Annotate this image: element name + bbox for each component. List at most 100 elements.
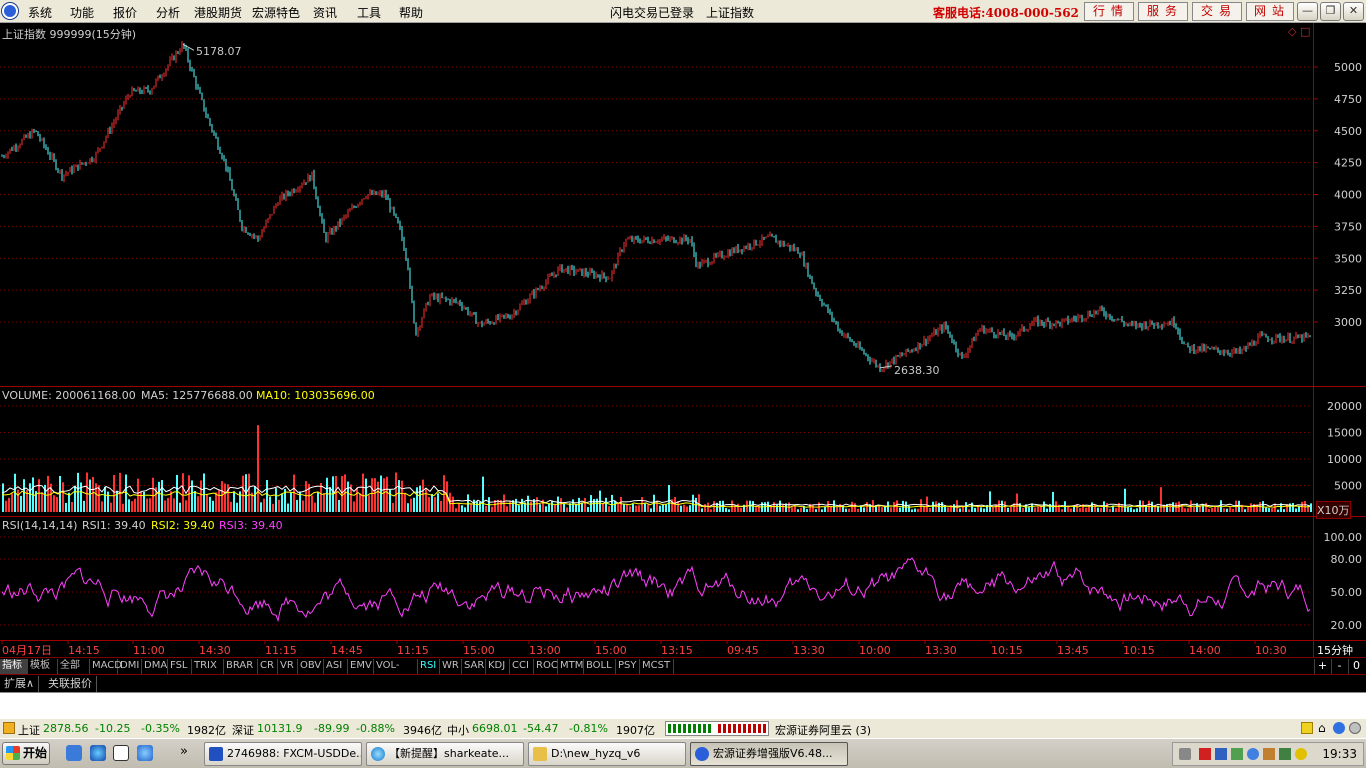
chart-options-icon[interactable]: ◇ □	[1288, 25, 1310, 38]
chart-area[interactable]: 5000 4750 4500 4250 4000 3750 3500 3250 3000 2000…	[0, 23, 1366, 658]
tab-related-quotes[interactable]: 关联报价	[44, 676, 97, 692]
button-trade[interactable]: 交易	[1192, 2, 1242, 21]
indicator-tab-fsl[interactable]: FSL	[168, 659, 192, 674]
shield-icon[interactable]	[1247, 748, 1259, 760]
indicator-tab-mcst[interactable]: MCST	[640, 659, 674, 674]
volume-bar	[428, 497, 430, 512]
volume-bar	[515, 498, 517, 512]
task-hongyuan[interactable]: 宏源证券增强版V6.48...	[690, 742, 848, 766]
browser-icon[interactable]	[137, 745, 153, 761]
indicator-tab-brar[interactable]: BRAR	[224, 659, 258, 674]
info-icon[interactable]	[1333, 722, 1345, 734]
volume-bar	[563, 503, 565, 512]
volume-bar	[932, 501, 934, 512]
task-folder[interactable]: D:\new_hyzq_v6	[528, 742, 686, 766]
desktop-icon[interactable]	[66, 745, 82, 761]
tray-app-icon[interactable]	[1263, 748, 1275, 760]
button-service[interactable]: 服务	[1138, 2, 1188, 21]
button-website[interactable]: 网站	[1246, 2, 1294, 21]
show-window-icon[interactable]	[113, 745, 129, 761]
menu-news[interactable]: 资讯	[313, 4, 337, 21]
menu-system[interactable]: 系统	[28, 4, 52, 21]
close-icon[interactable]: ✕	[1343, 2, 1364, 21]
settings-icon[interactable]	[1349, 722, 1361, 734]
reset-button[interactable]: 0	[1348, 659, 1364, 674]
indicator-tab-dmi[interactable]: DMI	[118, 659, 142, 674]
indicator-tab-dma[interactable]: DMA	[142, 659, 168, 674]
volume-bar	[662, 504, 664, 512]
status-menu-icon[interactable]	[3, 722, 15, 734]
app-logo-icon[interactable]	[2, 3, 18, 19]
indicator-tab-rsi[interactable]: RSI	[418, 659, 440, 674]
security-icon[interactable]	[1231, 748, 1243, 760]
indicator-tab-trix[interactable]: TRIX	[192, 659, 224, 674]
volume-bar	[128, 499, 130, 512]
menu-quote[interactable]: 报价	[113, 4, 137, 21]
ie-icon[interactable]	[90, 745, 106, 761]
indicator-tab-asi[interactable]: ASI	[324, 659, 348, 674]
start-button[interactable]: 开始	[2, 742, 50, 765]
indicator-tab-cr[interactable]: CR	[258, 659, 278, 674]
menu-hongyuan[interactable]: 宏源特色	[252, 4, 300, 21]
rsi-axis-label: 100.00	[1324, 531, 1363, 544]
indicator-tab-指标[interactable]: 指标	[0, 659, 28, 674]
rsi2-value: RSI2: 39.40	[151, 519, 215, 532]
menu-hk-futures[interactable]: 港股期货	[194, 4, 242, 21]
volume-bar	[545, 506, 547, 512]
zoom-in-button[interactable]: +	[1314, 659, 1330, 674]
indicator-tab-全部[interactable]: 全部	[58, 659, 90, 674]
network-icon[interactable]	[1215, 748, 1227, 760]
volume-bar	[560, 498, 562, 512]
volume-bar	[221, 481, 223, 512]
quicklaunch-more-icon[interactable]: »	[180, 744, 188, 759]
menu-tools[interactable]: 工具	[357, 4, 381, 21]
period-label[interactable]: 15分钟	[1317, 642, 1353, 658]
indicator-tab-obv[interactable]: OBV	[298, 659, 324, 674]
ie-task-icon	[371, 747, 385, 761]
indicator-tab-vr[interactable]: VR	[278, 659, 298, 674]
indicator-tab-sar[interactable]: SAR	[462, 659, 486, 674]
restore-icon[interactable]: ❐	[1320, 2, 1341, 21]
volume-bar	[863, 507, 865, 512]
volume-bar	[68, 492, 70, 512]
flag-icon[interactable]	[1199, 748, 1211, 760]
minimize-icon[interactable]: —	[1297, 2, 1318, 21]
indicator-tab-vol-tdx[interactable]: VOL-TDX	[374, 659, 418, 685]
keyboard-icon[interactable]	[1179, 748, 1191, 760]
volume-bar	[521, 498, 523, 512]
indicator-tab-macd[interactable]: MACD	[90, 659, 122, 674]
menu-function[interactable]: 功能	[70, 4, 94, 21]
rsi-axis-label: 80.00	[1331, 553, 1363, 566]
volume-axis-label: 20000	[1327, 400, 1362, 413]
indicator-tab-cci[interactable]: CCI	[510, 659, 534, 674]
zoom-out-button[interactable]: -	[1331, 659, 1347, 674]
volume-bar	[473, 499, 475, 512]
service-hotline: 客服电话:4008-000-562	[933, 6, 1079, 20]
indicator-tab-emv[interactable]: EMV	[348, 659, 374, 674]
tab-extend[interactable]: 扩展∧	[0, 676, 40, 692]
menu-analysis[interactable]: 分析	[156, 4, 180, 21]
volume-icon[interactable]	[1279, 748, 1291, 760]
volume-bar	[233, 491, 235, 512]
indicator-tab-wr[interactable]: WR	[440, 659, 462, 674]
indicator-tab-boll[interactable]: BOLL	[584, 659, 616, 674]
volume-bar	[854, 503, 856, 512]
volume-bar	[236, 502, 238, 512]
alert-icon[interactable]	[1301, 722, 1313, 734]
indicator-tab-模板[interactable]: 模板	[28, 659, 58, 674]
task-fxcm[interactable]: 2746988: FXCM-USDDe...	[204, 742, 362, 766]
volume-ma10: MA10: 103035696.00	[256, 389, 375, 402]
indicator-tab-psy[interactable]: PSY	[616, 659, 640, 674]
volume-bar	[593, 499, 595, 512]
indicator-tab-mtm[interactable]: MTM	[558, 659, 584, 674]
button-market[interactable]: 行情	[1084, 2, 1134, 21]
kline-chart-svg[interactable]: 5000 4750 4500 4250 4000 3750 3500 3250 3000 2000…	[0, 23, 1366, 658]
indicator-tab-kdj[interactable]: KDJ	[486, 659, 510, 674]
zx-name: 中小	[447, 724, 469, 737]
indicator-tab-roc[interactable]: ROC	[534, 659, 558, 674]
volume-bar	[605, 497, 607, 512]
task-browser[interactable]: 【新提醒】sharkeate...	[366, 742, 524, 766]
menu-help[interactable]: 帮助	[399, 4, 423, 21]
volume-bar	[362, 473, 364, 512]
update-icon[interactable]	[1295, 748, 1307, 760]
